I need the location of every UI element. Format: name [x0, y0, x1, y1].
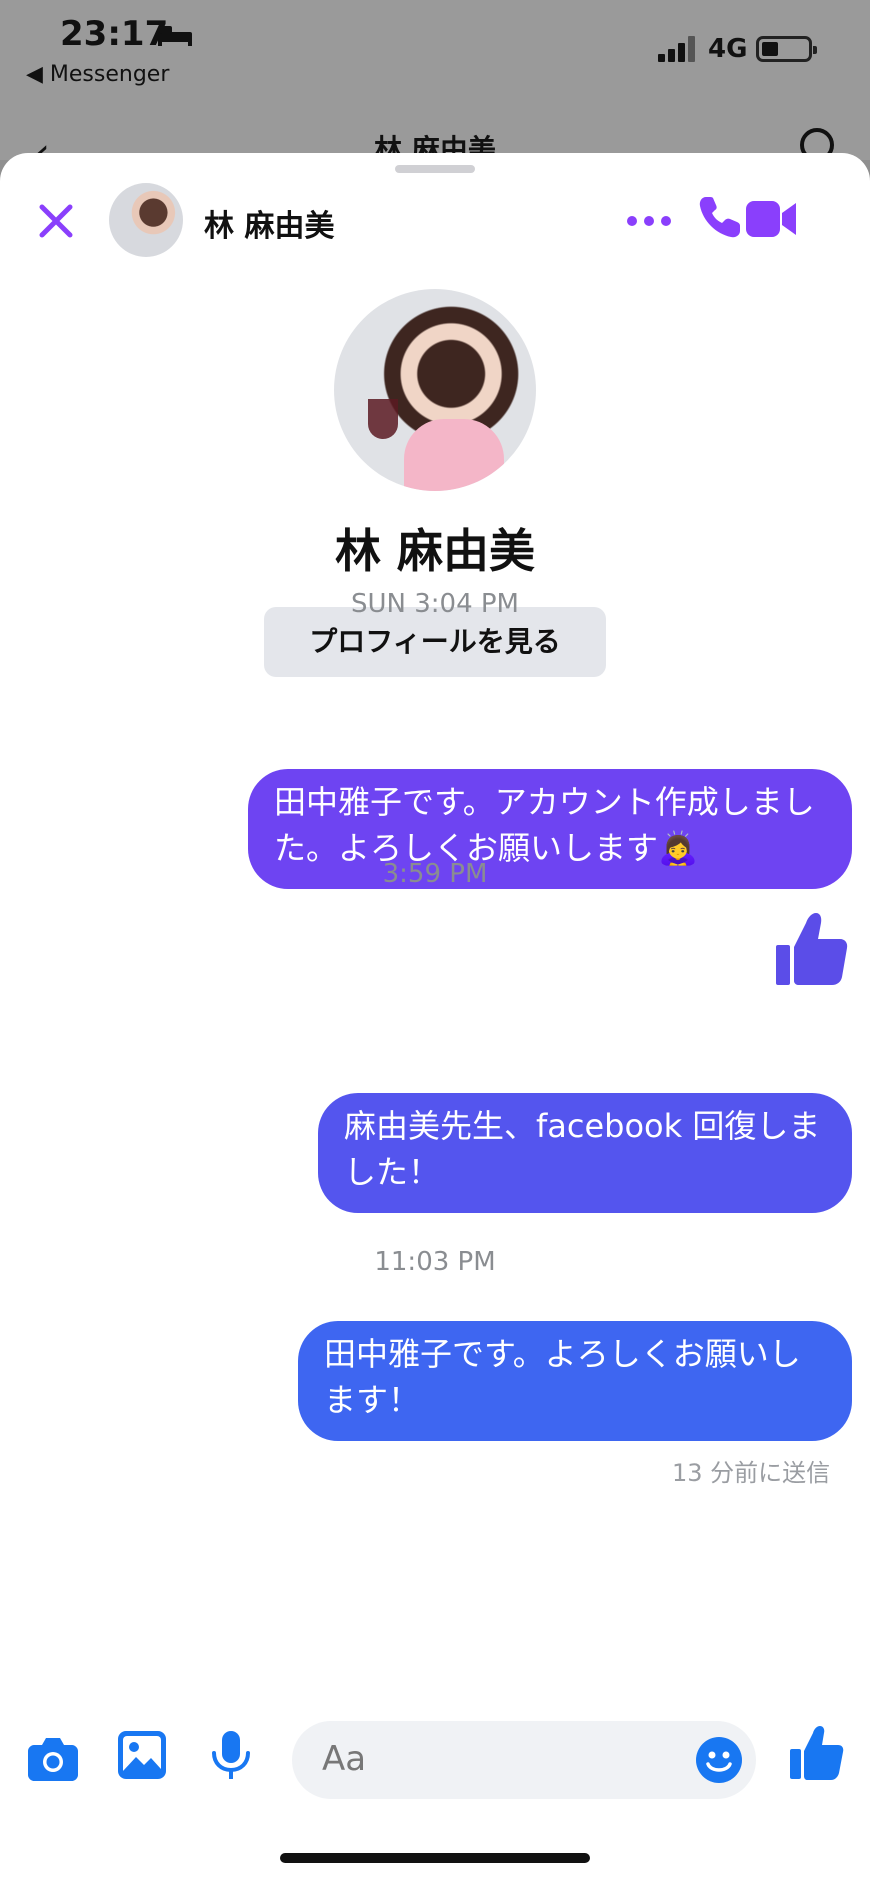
thumbs-up-sticker-icon[interactable] — [776, 911, 848, 987]
status-bar: 23:17 ◀ Messenger 4G ‹ 林 麻由美 — [0, 0, 870, 176]
photo-gallery-icon[interactable] — [118, 1731, 166, 1779]
home-indicator[interactable] — [280, 1853, 590, 1863]
message-timestamp: SUN 3:04 PM — [350, 589, 519, 619]
contact-avatar[interactable] — [109, 183, 183, 257]
video-call-icon[interactable] — [746, 199, 798, 239]
contact-name[interactable]: 林 麻由美 — [204, 201, 334, 245]
delivery-status: 13 分前に送信 — [672, 1459, 831, 1487]
close-icon[interactable] — [38, 203, 74, 239]
network-type: 4G — [708, 34, 748, 64]
profile-photo — [334, 289, 536, 491]
like-button-icon[interactable] — [790, 1725, 844, 1781]
cellular-signal-icon — [658, 36, 695, 62]
microphone-icon[interactable] — [210, 1731, 252, 1781]
sent-message-bubble[interactable]: 麻由美先生、facebook 回復しました！ — [318, 1093, 852, 1213]
more-options-icon[interactable] — [626, 215, 672, 227]
message-input-placeholder: Aa — [322, 1739, 367, 1779]
profile-name: 林 麻由美 — [334, 524, 535, 578]
battery-icon — [756, 36, 817, 62]
sent-message-bubble[interactable]: 田中雅子です。よろしくお願いします！ — [298, 1321, 852, 1441]
message-input[interactable]: Aa — [292, 1721, 756, 1799]
message-timestamp: 11:03 PM — [374, 1247, 496, 1277]
phone-call-icon[interactable] — [696, 193, 744, 241]
back-to-app-link[interactable]: ◀ Messenger — [26, 62, 169, 87]
emoji-icon[interactable] — [696, 1737, 742, 1783]
chat-sheet: 林 麻由美 林 麻由美 プロフィールを見る SUN 3:04 PM 田中雅子です… — [0, 153, 870, 1882]
sheet-grabber[interactable] — [395, 165, 475, 173]
message-timestamp: 3:59 PM — [382, 859, 488, 889]
camera-icon[interactable] — [28, 1735, 78, 1781]
status-time: 23:17 — [60, 14, 169, 54]
sleep-mode-icon — [158, 26, 192, 46]
